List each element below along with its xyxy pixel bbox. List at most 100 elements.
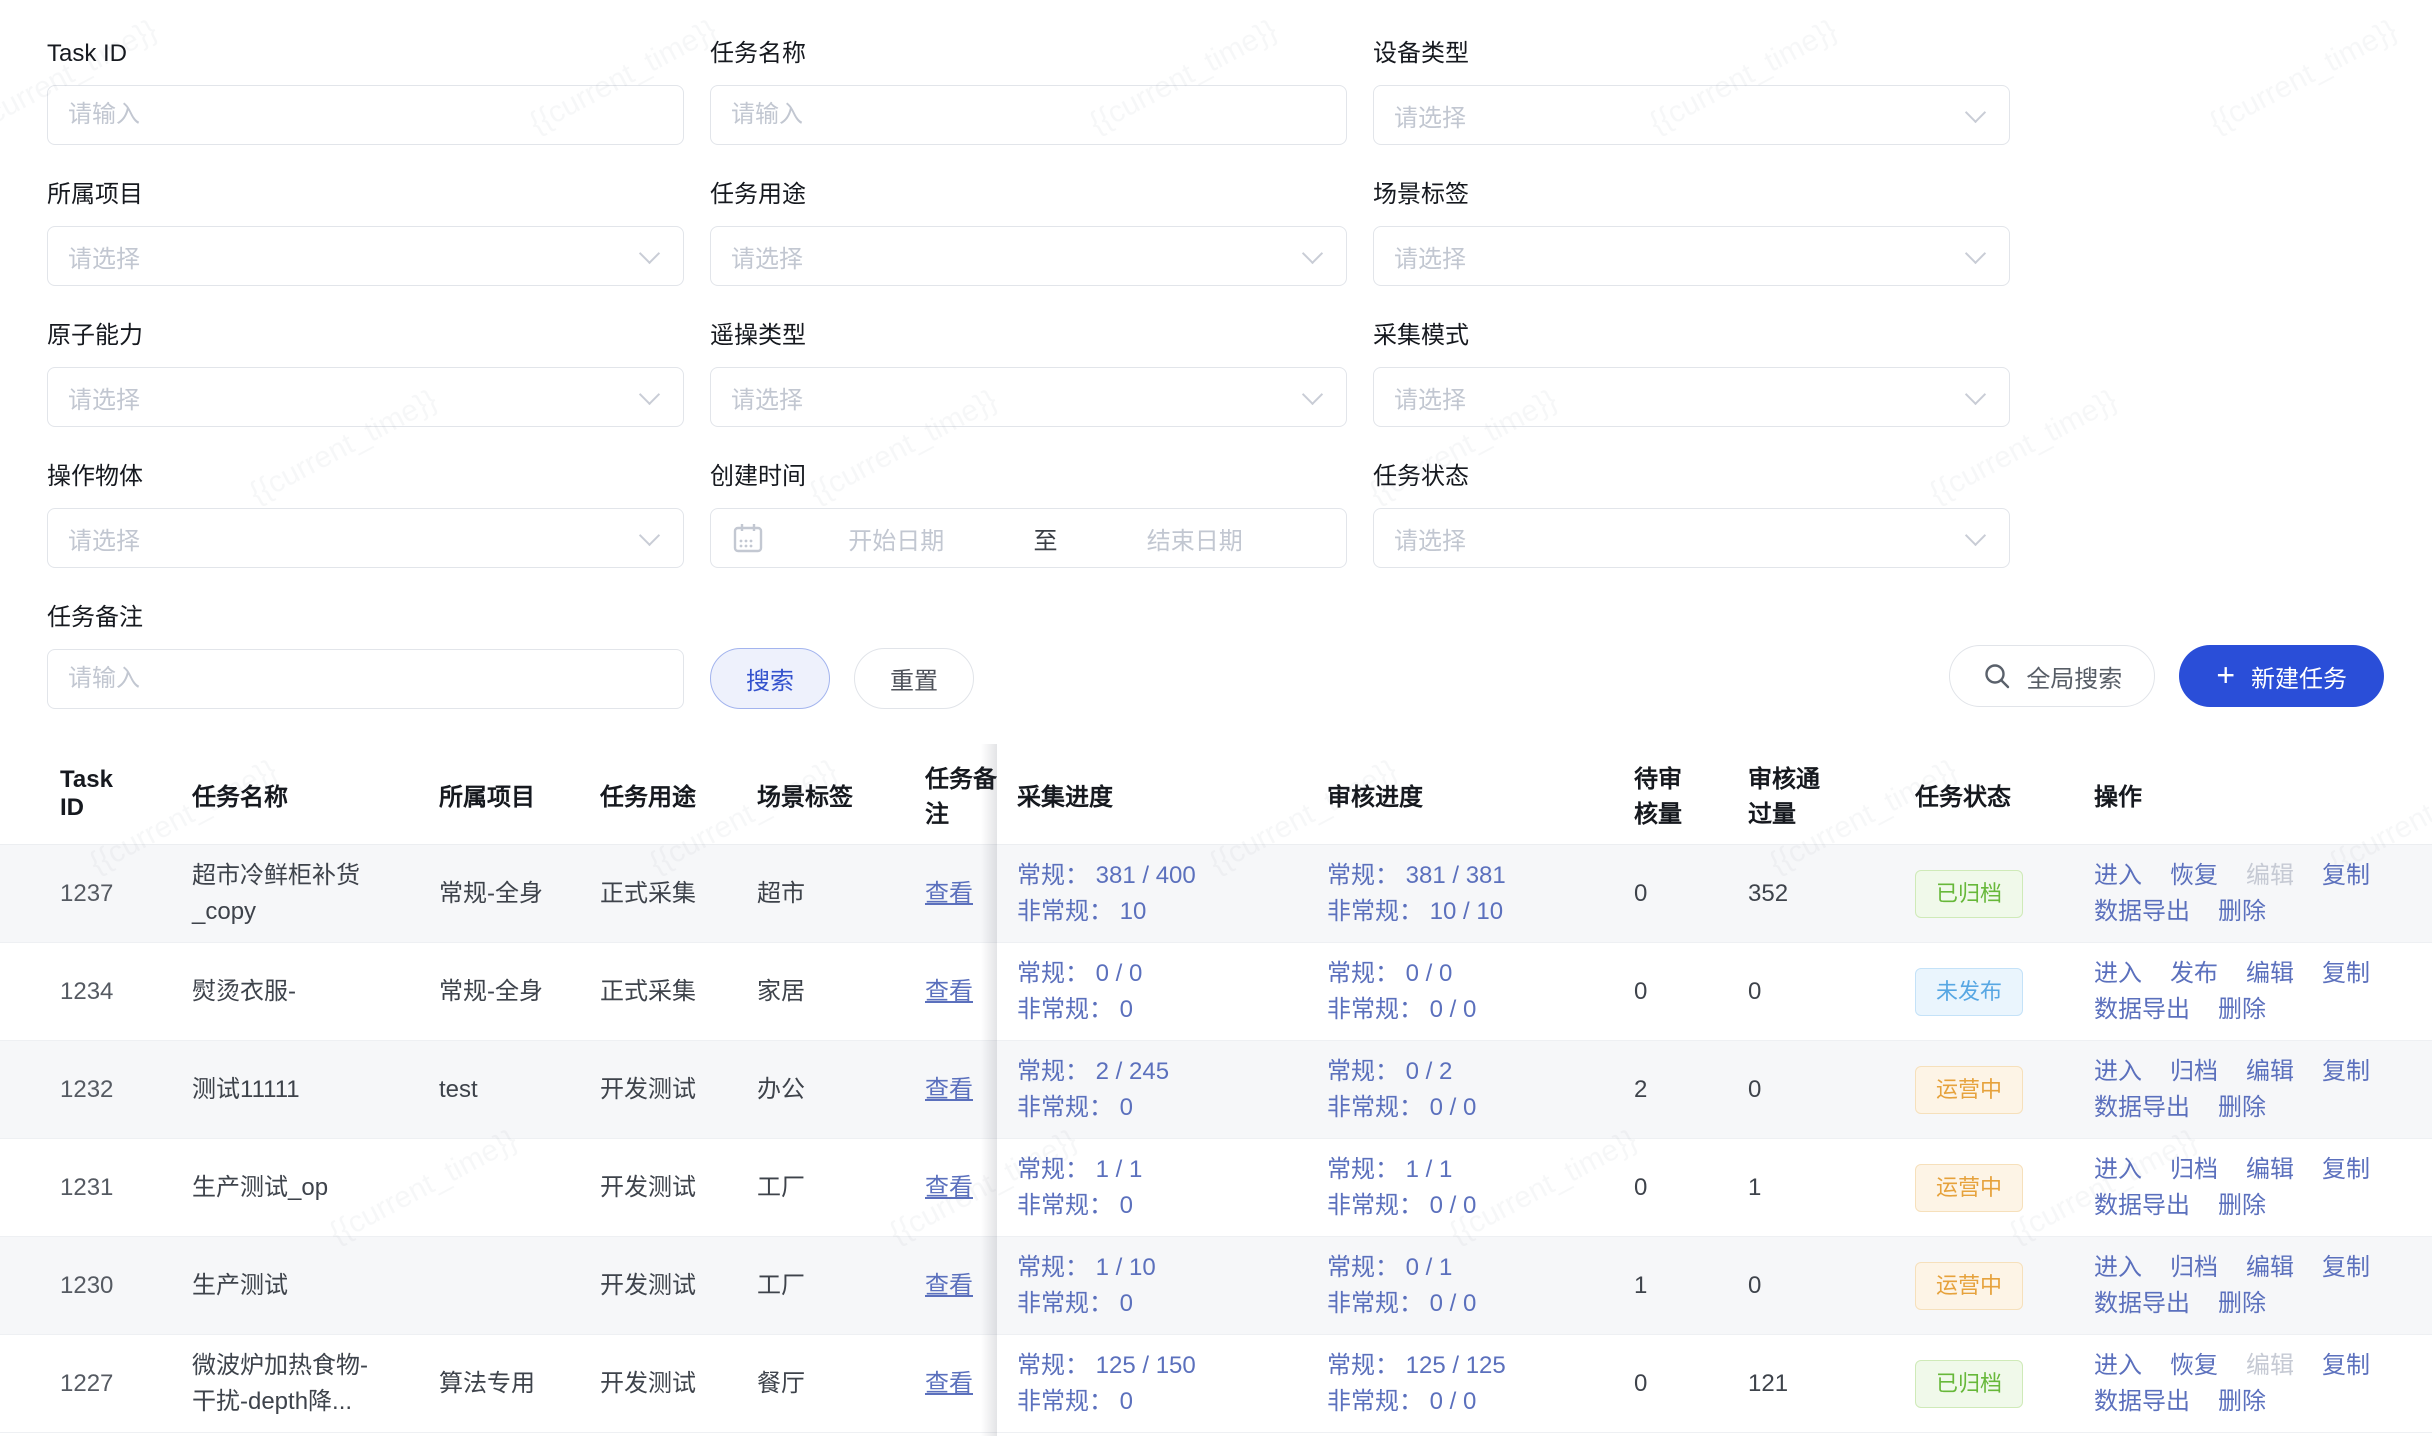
view-remark-link[interactable]: 查看: [925, 1174, 973, 1201]
cell-review-passed: 1: [1728, 1139, 1895, 1237]
task-status-select[interactable]: 请选择: [1373, 508, 2010, 568]
cell-project: [419, 1139, 580, 1237]
action-link[interactable]: 进入: [2094, 1152, 2142, 1188]
chevron-down-icon: [639, 242, 660, 263]
cell-task-id: 1237: [0, 845, 172, 943]
operate-object-select[interactable]: 请选择: [47, 508, 684, 568]
cell-task-name: 超市冷鲜柜补货_copy: [172, 845, 419, 943]
action-link[interactable]: 删除: [2218, 894, 2266, 930]
action-link[interactable]: 进入: [2094, 1054, 2142, 1090]
action-link[interactable]: 编辑: [2246, 1250, 2294, 1286]
cell-task-status: 运营中: [1895, 1041, 2074, 1139]
action-link[interactable]: 归档: [2170, 1152, 2218, 1188]
action-link[interactable]: 数据导出: [2094, 1286, 2190, 1322]
view-remark-link[interactable]: 查看: [925, 1076, 973, 1103]
view-remark-link[interactable]: 查看: [925, 1370, 973, 1397]
table-row: 1230 生产测试 开发测试 工厂 查看 常规： 1 / 10非常规： 0 常规…: [0, 1237, 2432, 1335]
action-link[interactable]: 编辑: [2246, 1152, 2294, 1188]
action-link: 编辑: [2246, 1348, 2294, 1384]
action-link[interactable]: 编辑: [2246, 956, 2294, 992]
task-name-input[interactable]: [710, 85, 1347, 145]
cell-project: 常规-全身: [419, 845, 580, 943]
chevron-down-icon: [1965, 242, 1986, 263]
cell-project: 算法专用: [419, 1335, 580, 1433]
action-link[interactable]: 恢复: [2170, 1348, 2218, 1384]
search-button[interactable]: 搜索: [710, 648, 830, 709]
cell-review-passed: 352: [1728, 845, 1895, 943]
action-link[interactable]: 数据导出: [2094, 1384, 2190, 1420]
action-link[interactable]: 删除: [2218, 1090, 2266, 1126]
action-link[interactable]: 删除: [2218, 992, 2266, 1028]
view-remark-link[interactable]: 查看: [925, 978, 973, 1005]
cell-task-name: 熨烫衣服-: [172, 943, 419, 1041]
atomic-ability-select[interactable]: 请选择: [47, 367, 684, 427]
action-link[interactable]: 数据导出: [2094, 1188, 2190, 1224]
chevron-down-icon: [639, 383, 660, 404]
action-link[interactable]: 数据导出: [2094, 992, 2190, 1028]
action-link[interactable]: 复制: [2322, 1152, 2370, 1188]
reset-button[interactable]: 重置: [854, 648, 974, 709]
cell-task-remark: 查看: [905, 845, 997, 943]
action-link[interactable]: 删除: [2218, 1286, 2266, 1322]
global-search-button[interactable]: 全局搜索: [1949, 645, 2155, 707]
action-link[interactable]: 数据导出: [2094, 1090, 2190, 1126]
cell-pending-review: 2: [1600, 1041, 1728, 1139]
collect-mode-select[interactable]: 请选择: [1373, 367, 2010, 427]
action-link[interactable]: 恢复: [2170, 858, 2218, 894]
action-link[interactable]: 删除: [2218, 1384, 2266, 1420]
task-id-input[interactable]: [47, 85, 684, 145]
cell-task-id: 1231: [0, 1139, 172, 1237]
task-remark-input[interactable]: [47, 649, 684, 709]
task-table-body: 1237 超市冷鲜柜补货_copy 常规-全身 正式采集 超市 查看 常规： 3…: [0, 845, 2432, 1433]
filter-atomic-ability: 原子能力 请选择: [47, 324, 684, 427]
filter-collect-mode: 采集模式 请选择: [1373, 324, 2010, 427]
filter-project-label: 所属项目: [47, 183, 684, 207]
action-link[interactable]: 复制: [2322, 1054, 2370, 1090]
filter-task-id: Task ID: [47, 42, 684, 145]
teleop-type-select[interactable]: 请选择: [710, 367, 1347, 427]
status-badge: 已归档: [1915, 1360, 2023, 1408]
action-link[interactable]: 复制: [2322, 1250, 2370, 1286]
action-link[interactable]: 编辑: [2246, 1054, 2294, 1090]
calendar-icon: [731, 521, 765, 555]
action-link[interactable]: 进入: [2094, 956, 2142, 992]
view-remark-link[interactable]: 查看: [925, 1272, 973, 1299]
table-header-row: Task ID 任务名称 所属项目 任务用途 场景标签 任务备注 采集进度 审核…: [0, 744, 2432, 845]
cell-actions: 进入发布编辑复制数据导出删除: [2074, 943, 2432, 1041]
filter-task-name: 任务名称: [710, 42, 1347, 145]
header-task-status: 任务状态: [1895, 744, 2074, 845]
chevron-down-icon: [1302, 383, 1323, 404]
filter-atomic-ability-label: 原子能力: [47, 324, 684, 348]
header-collect-progress: 采集进度: [997, 744, 1307, 845]
cell-task-name: 生产测试: [172, 1237, 419, 1335]
action-link[interactable]: 发布: [2170, 956, 2218, 992]
cell-task-name: 微波炉加热食物-干扰-depth降...: [172, 1335, 419, 1433]
end-date-placeholder[interactable]: 结束日期: [1064, 521, 1327, 556]
start-date-placeholder[interactable]: 开始日期: [765, 521, 1028, 556]
cell-pending-review: 0: [1600, 943, 1728, 1041]
create-time-range-picker[interactable]: 开始日期 至 结束日期: [710, 508, 1347, 568]
action-link[interactable]: 删除: [2218, 1188, 2266, 1224]
action-link[interactable]: 归档: [2170, 1250, 2218, 1286]
purpose-select[interactable]: 请选择: [710, 226, 1347, 286]
search-icon: [1982, 661, 2012, 691]
cell-purpose: 开发测试: [580, 1041, 737, 1139]
action-link[interactable]: 复制: [2322, 1348, 2370, 1384]
action-link[interactable]: 进入: [2094, 858, 2142, 894]
header-task-name: 任务名称: [172, 744, 419, 845]
action-link[interactable]: 归档: [2170, 1054, 2218, 1090]
project-select[interactable]: 请选择: [47, 226, 684, 286]
action-link[interactable]: 复制: [2322, 956, 2370, 992]
cell-review-progress: 常规： 0 / 0非常规： 0 / 0: [1307, 943, 1600, 1041]
scene-tag-select[interactable]: 请选择: [1373, 226, 2010, 286]
device-type-select[interactable]: 请选择: [1373, 85, 2010, 145]
action-link[interactable]: 进入: [2094, 1348, 2142, 1384]
view-remark-link[interactable]: 查看: [925, 880, 973, 907]
action-link[interactable]: 复制: [2322, 858, 2370, 894]
action-link[interactable]: 进入: [2094, 1250, 2142, 1286]
cell-task-status: 已归档: [1895, 845, 2074, 943]
cell-scene-tag: 家居: [737, 943, 905, 1041]
action-link[interactable]: 数据导出: [2094, 894, 2190, 930]
cell-purpose: 开发测试: [580, 1237, 737, 1335]
create-task-button[interactable]: + 新建任务: [2179, 645, 2384, 707]
